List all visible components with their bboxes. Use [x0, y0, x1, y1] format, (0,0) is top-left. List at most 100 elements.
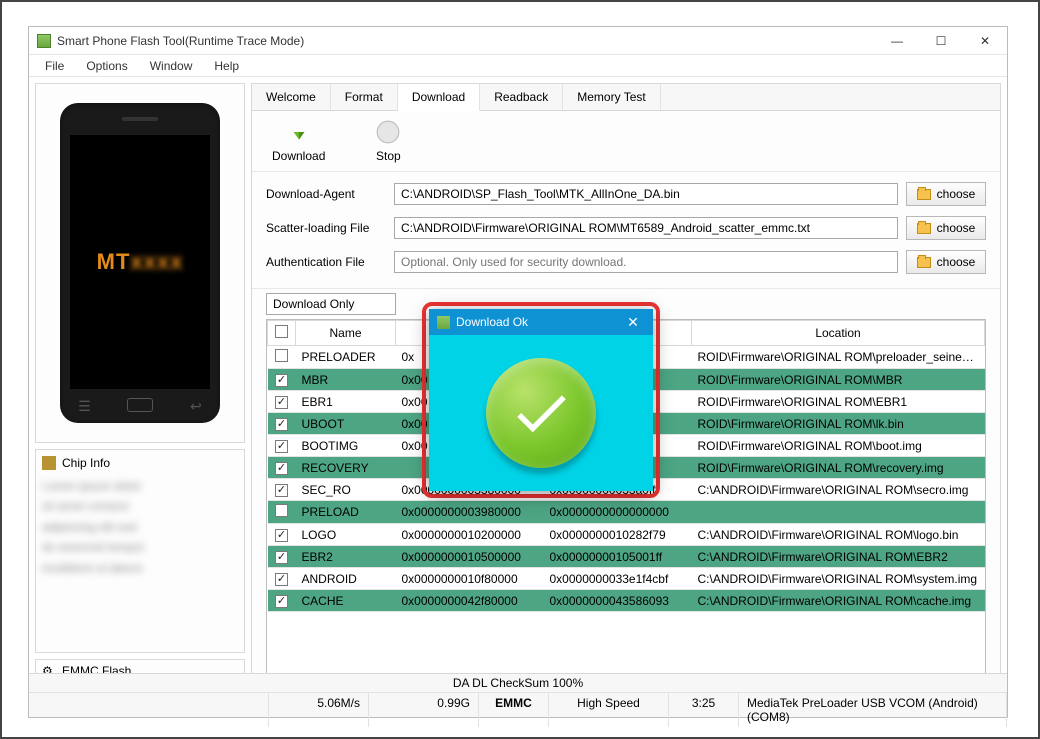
tab-welcome[interactable]: Welcome — [252, 84, 331, 110]
phone-brand-text: MTxxxx — [97, 249, 184, 275]
download-label: Download — [272, 149, 325, 163]
row-checkbox[interactable] — [275, 529, 288, 542]
download-mode-select[interactable]: Download Only — [266, 293, 396, 315]
titlebar: Smart Phone Flash Tool(Runtime Trace Mod… — [29, 27, 1007, 55]
sb-highspeed: High Speed — [549, 693, 669, 727]
row-checkbox[interactable] — [275, 504, 288, 517]
row-location: ROID\Firmware\ORIGINAL ROM\EBR1 — [692, 391, 985, 413]
menu-help[interactable]: Help — [204, 57, 249, 75]
sb-time: 3:25 — [669, 693, 739, 727]
menubar: File Options Window Help — [29, 55, 1007, 77]
row-end: 0x0000000010282f79 — [544, 524, 692, 546]
row-checkbox[interactable] — [275, 595, 288, 608]
row-name: RECOVERY — [296, 457, 396, 479]
minimize-button[interactable]: — — [875, 27, 919, 54]
close-button[interactable]: ✕ — [963, 27, 1007, 54]
dialog-icon — [437, 316, 450, 329]
row-checkbox[interactable] — [275, 440, 288, 453]
row-checkbox[interactable] — [275, 374, 288, 387]
tab-format[interactable]: Format — [331, 84, 398, 110]
sb-storage: EMMC — [479, 693, 549, 727]
stop-label: Stop — [376, 149, 401, 163]
download-arrow-icon — [286, 119, 312, 145]
maximize-button[interactable]: ☐ — [919, 27, 963, 54]
row-location: ROID\Firmware\ORIGINAL ROM\boot.img — [692, 435, 985, 457]
status-checksum: DA DL CheckSum 100% — [29, 674, 1007, 693]
row-location: C:\ANDROID\Firmware\ORIGINAL ROM\logo.bi… — [692, 524, 985, 546]
window-title: Smart Phone Flash Tool(Runtime Trace Mod… — [57, 34, 304, 48]
scatter-choose-button[interactable]: choose — [906, 216, 986, 240]
row-name: MBR — [296, 369, 396, 391]
row-checkbox[interactable] — [275, 418, 288, 431]
dialog-title-text: Download Ok — [456, 315, 528, 329]
row-location: C:\ANDROID\Firmware\ORIGINAL ROM\cache.i… — [692, 590, 985, 612]
chip-icon — [42, 456, 56, 470]
row-checkbox[interactable] — [275, 573, 288, 586]
chip-info-body: Lorem ipsum dolorsit amet consectadipisc… — [42, 476, 238, 578]
phone-nav-buttons: ☰↩ — [60, 398, 220, 415]
dialog-close-button[interactable]: ✕ — [613, 309, 653, 335]
row-location: ROID\Firmware\ORIGINAL ROM\recovery.img — [692, 457, 985, 479]
row-name: ANDROID — [296, 568, 396, 590]
row-checkbox[interactable] — [275, 484, 288, 497]
row-name: CACHE — [296, 590, 396, 612]
row-checkbox[interactable] — [275, 462, 288, 475]
download-tool-button[interactable]: Download — [272, 119, 325, 163]
menu-window[interactable]: Window — [140, 57, 203, 75]
row-end: 0x0000000043586093 — [544, 590, 692, 612]
row-end: 0x0000000000000000 — [544, 501, 692, 524]
row-name: PRELOAD — [296, 501, 396, 524]
row-name: LOGO — [296, 524, 396, 546]
table-row[interactable]: PRELOAD0x00000000039800000x0000000000000… — [268, 501, 985, 524]
download-ok-dialog: Download Ok ✕ — [429, 309, 653, 491]
download-agent-input[interactable] — [394, 183, 898, 205]
menu-options[interactable]: Options — [76, 57, 137, 75]
auth-file-input[interactable] — [394, 251, 898, 273]
chip-info-title: Chip Info — [62, 456, 110, 470]
folder-icon — [917, 189, 931, 200]
row-name: EBR1 — [296, 391, 396, 413]
row-end: 0x00000000105001ff — [544, 546, 692, 568]
row-end: 0x0000000033e1f4cbf — [544, 568, 692, 590]
folder-icon — [917, 223, 931, 234]
da-label: Download-Agent — [266, 187, 386, 201]
row-location: ROID\Firmware\ORIGINAL ROM\MBR — [692, 369, 985, 391]
row-checkbox[interactable] — [275, 349, 288, 362]
row-name: EBR2 — [296, 546, 396, 568]
scatter-file-input[interactable] — [394, 217, 898, 239]
da-choose-button[interactable]: choose — [906, 182, 986, 206]
row-checkbox[interactable] — [275, 551, 288, 564]
col-name: Name — [296, 321, 396, 346]
scatter-label: Scatter-loading File — [266, 221, 386, 235]
row-checkbox[interactable] — [275, 396, 288, 409]
table-row[interactable]: LOGO0x00000000102000000x0000000010282f79… — [268, 524, 985, 546]
row-location — [692, 501, 985, 524]
table-row[interactable]: EBR20x00000000105000000x00000000105001ff… — [268, 546, 985, 568]
row-name: SEC_RO — [296, 479, 396, 501]
stop-tool-button[interactable]: Stop — [375, 119, 401, 163]
app-icon — [37, 34, 51, 48]
tab-memory-test[interactable]: Memory Test — [563, 84, 660, 110]
chip-info-panel: Chip Info Lorem ipsum dolorsit amet cons… — [35, 449, 245, 653]
table-row[interactable]: ANDROID0x0000000010f800000x0000000033e1f… — [268, 568, 985, 590]
menu-file[interactable]: File — [35, 57, 74, 75]
row-begin: 0x0000000042f80000 — [396, 590, 544, 612]
tab-download[interactable]: Download — [398, 84, 480, 111]
table-row[interactable]: CACHE0x0000000042f800000x000000004358609… — [268, 590, 985, 612]
row-location: ROID\Firmware\ORIGINAL ROM\lk.bin — [692, 413, 985, 435]
tab-readback[interactable]: Readback — [480, 84, 563, 110]
row-begin: 0x0000000010500000 — [396, 546, 544, 568]
row-name: BOOTIMG — [296, 435, 396, 457]
row-name: UBOOT — [296, 413, 396, 435]
success-check-icon — [486, 358, 596, 468]
sb-cell-0 — [29, 693, 269, 727]
row-begin: 0x0000000003980000 — [396, 501, 544, 524]
statusbar: DA DL CheckSum 100% 5.06M/s 0.99G EMMC H… — [29, 673, 1007, 717]
row-location: ROID\Firmware\ORIGINAL ROM\preloader_sei… — [692, 346, 985, 369]
sb-size: 0.99G — [369, 693, 479, 727]
row-name: PRELOADER — [296, 346, 396, 369]
row-location: C:\ANDROID\Firmware\ORIGINAL ROM\system.… — [692, 568, 985, 590]
auth-choose-button[interactable]: choose — [906, 250, 986, 274]
header-checkbox[interactable] — [275, 325, 288, 338]
row-location: C:\ANDROID\Firmware\ORIGINAL ROM\secro.i… — [692, 479, 985, 501]
